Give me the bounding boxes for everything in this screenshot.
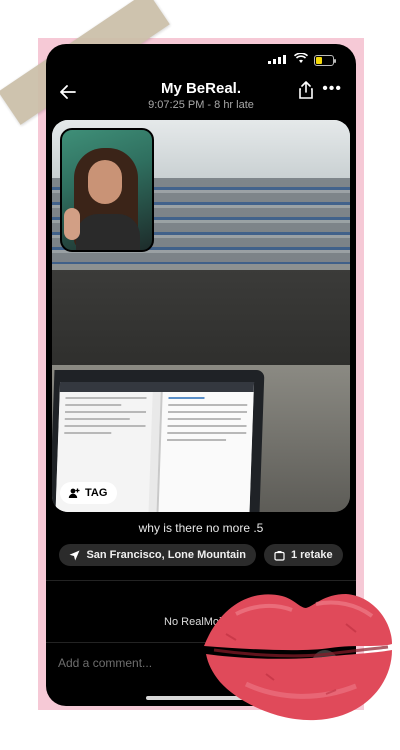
- location-arrow-icon: [69, 550, 80, 560]
- selfie-face: [88, 160, 122, 204]
- photo-desk-back: [52, 270, 350, 365]
- lipstick-kiss-decoration: [204, 594, 392, 721]
- laptop-browser-bar: [59, 382, 255, 392]
- location-chip[interactable]: San Francisco, Lone Mountain: [59, 544, 256, 566]
- battery-icon: [314, 55, 336, 66]
- retake-chip[interactable]: 1 retake: [263, 544, 343, 566]
- comment-input[interactable]: Add a comment...: [58, 656, 152, 670]
- header: My BeReal. 9:07:25 PM - 8 hr late •••: [46, 78, 356, 114]
- main-photo[interactable]: TAG: [52, 120, 350, 512]
- tag-label: TAG: [85, 487, 108, 499]
- post-caption: why is there no more .5: [138, 521, 264, 535]
- info-chips: San Francisco, Lone Mountain 1 retake: [46, 544, 356, 566]
- tag-button[interactable]: TAG: [60, 482, 118, 504]
- retake-label: 1 retake: [290, 549, 333, 561]
- selfie-hand: [64, 208, 80, 240]
- share-icon[interactable]: [298, 81, 314, 99]
- wifi-icon: [293, 52, 309, 67]
- post-timestamp: 9:07:25 PM - 8 hr late: [148, 99, 254, 111]
- more-icon[interactable]: •••: [322, 80, 342, 98]
- signal-icon: [268, 55, 286, 64]
- selfie-body: [76, 214, 140, 250]
- status-bar: [46, 52, 356, 68]
- front-camera-selfie[interactable]: [60, 128, 154, 252]
- location-label: San Francisco, Lone Mountain: [86, 549, 246, 561]
- tag-person-icon: [68, 488, 80, 498]
- laptop-page-right: [156, 392, 254, 512]
- retake-icon: [274, 550, 285, 561]
